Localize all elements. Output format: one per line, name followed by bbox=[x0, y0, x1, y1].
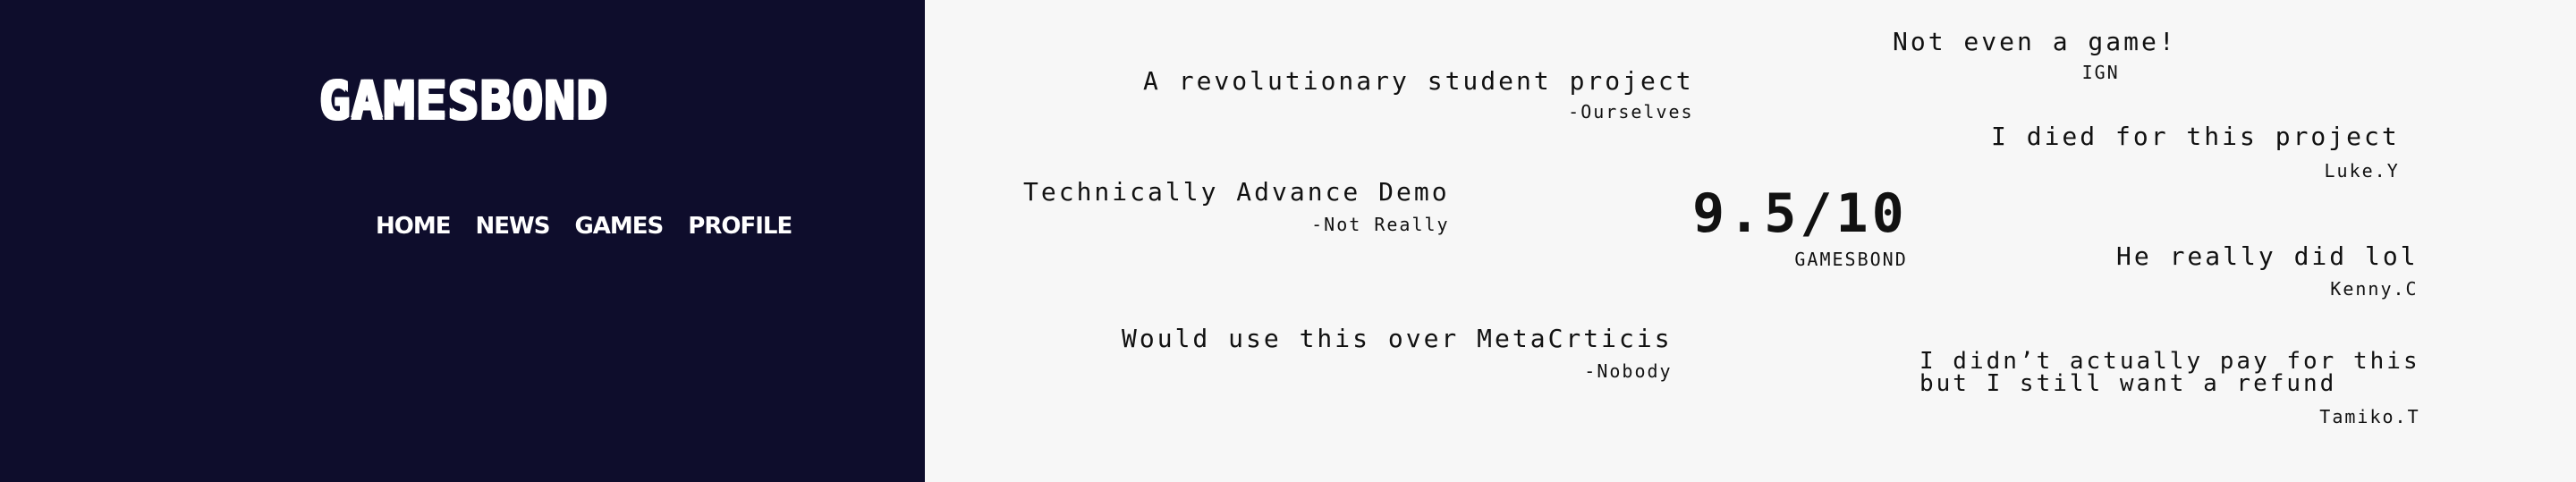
review-text: Technically Advance Demo bbox=[1023, 177, 1450, 207]
review-quote-not-really: Technically Advance Demo -Not Really bbox=[1023, 177, 1450, 235]
site-logo[interactable]: GAMESBOND bbox=[0, 68, 925, 131]
main-nav: HOME NEWS GAMES PROFILE bbox=[376, 213, 792, 240]
review-text: Would use this over MetaCrticis bbox=[1122, 324, 1673, 353]
review-quote-nobody: Would use this over MetaCrticis -Nobody bbox=[1122, 324, 1673, 382]
review-quote-ourselves: A revolutionary student project -Ourselv… bbox=[1143, 66, 1694, 123]
review-text: Not even a game! bbox=[1893, 27, 2177, 56]
review-text: He really did lol bbox=[2116, 241, 2419, 271]
score-block: 9.5/10 GAMESBOND bbox=[1692, 182, 1908, 270]
review-text: A revolutionary student project bbox=[1143, 66, 1694, 96]
review-author: Kenny.C bbox=[2330, 278, 2419, 300]
review-author: -Nobody bbox=[1584, 360, 1673, 382]
review-quote-luke: I died for this project Luke.Y bbox=[1991, 122, 2400, 182]
review-text: I died for this project bbox=[1991, 122, 2400, 151]
nav-home-link[interactable]: HOME bbox=[376, 213, 451, 240]
nav-news-link[interactable]: NEWS bbox=[476, 213, 551, 240]
nav-profile-link[interactable]: PROFILE bbox=[688, 213, 792, 240]
review-author: Tamiko.T bbox=[2319, 406, 2420, 427]
review-author: -Ourselves bbox=[1568, 101, 1694, 123]
review-quote-kenny: He really did lol Kenny.C bbox=[2116, 241, 2419, 300]
review-quote-ign: Not even a game! IGN bbox=[1893, 27, 2177, 83]
score-value: 9.5/10 bbox=[1692, 182, 1908, 245]
sidebar: GAMESBOND HOME NEWS GAMES PROFILE bbox=[0, 0, 925, 482]
review-author: IGN bbox=[2081, 62, 2120, 83]
review-quote-tamiko: I didn’t actually pay for this but I sti… bbox=[1919, 348, 2420, 427]
nav-games-link[interactable]: GAMES bbox=[574, 213, 664, 240]
reviews-panel: A revolutionary student project -Ourselv… bbox=[925, 0, 2576, 482]
score-source: GAMESBOND bbox=[1794, 249, 1908, 270]
review-author: Luke.Y bbox=[2324, 160, 2400, 182]
review-text: I didn’t actually pay for this but I sti… bbox=[1919, 348, 2420, 397]
review-author: -Not Really bbox=[1311, 214, 1450, 235]
